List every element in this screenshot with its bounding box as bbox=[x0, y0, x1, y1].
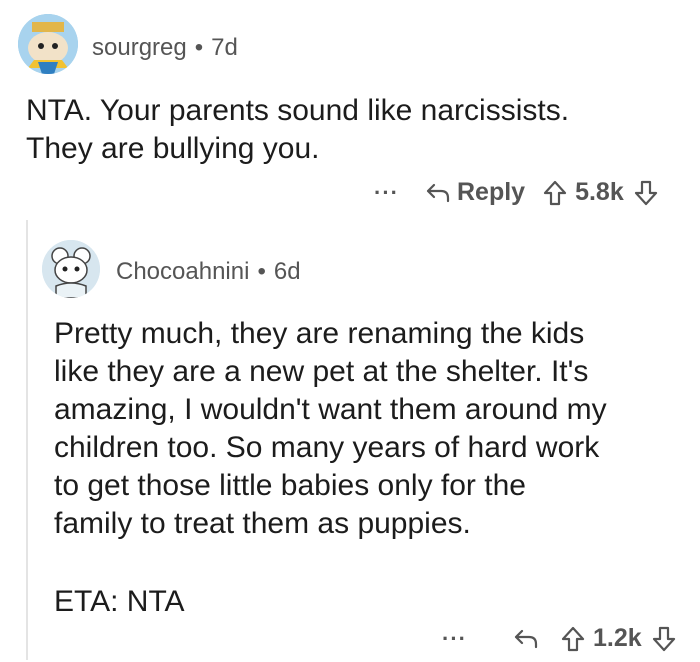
avatar-chocoahnini[interactable] bbox=[42, 240, 100, 298]
comment-line: NTA. Your parents sound like narcissists… bbox=[26, 94, 570, 127]
separator-dot: • bbox=[194, 34, 204, 61]
comment-line: like they are a new pet at the shelter. … bbox=[54, 355, 589, 388]
snoo-avatar-icon bbox=[18, 14, 78, 74]
comment-line: family to treat them as puppies. bbox=[54, 507, 471, 540]
more-options-button[interactable]: ··· bbox=[374, 180, 399, 206]
comment-line: amazing, I wouldn't want them around my bbox=[54, 393, 607, 426]
comment-line: Pretty much, they are renaming the kids bbox=[54, 317, 585, 350]
downvote-icon[interactable] bbox=[634, 180, 658, 206]
username[interactable]: Chocoahnini bbox=[116, 258, 249, 286]
timestamp: 7d bbox=[211, 34, 238, 61]
comment-actions: ··· Reply 5.8k bbox=[374, 178, 658, 207]
thread-line[interactable] bbox=[26, 220, 28, 660]
vote-count: 5.8k bbox=[575, 178, 624, 206]
snoo-avatar-icon bbox=[42, 240, 100, 298]
avatar-sourgreg[interactable] bbox=[18, 14, 78, 74]
comment-body: Pretty much, they are renaming the kids … bbox=[54, 315, 607, 621]
upvote-icon[interactable] bbox=[543, 180, 567, 206]
comment-line: to get those little babies only for the bbox=[54, 469, 526, 502]
comment-meta: Chocoahnini • 6d bbox=[116, 258, 301, 286]
downvote-icon[interactable] bbox=[652, 626, 676, 652]
comment-actions: ··· 1.2k bbox=[442, 624, 676, 653]
more-options-button[interactable]: ··· bbox=[442, 626, 467, 652]
vote-count: 1.2k bbox=[592, 624, 642, 652]
reply-icon[interactable] bbox=[513, 628, 539, 650]
reply-icon[interactable] bbox=[425, 182, 451, 204]
comment-meta: sourgreg • 7d bbox=[92, 34, 238, 62]
timestamp: 6d bbox=[273, 258, 301, 285]
separator-dot: • bbox=[257, 258, 266, 285]
comment-line: children too. So many years of hard work bbox=[54, 431, 600, 464]
upvote-icon[interactable] bbox=[561, 626, 585, 652]
reply-button[interactable]: Reply bbox=[457, 178, 525, 207]
comment-line: They are bullying you. bbox=[26, 132, 320, 165]
comment-body: NTA. Your parents sound like narcissists… bbox=[26, 92, 569, 168]
comment-line-eta: ETA: NTA bbox=[54, 585, 185, 618]
username[interactable]: sourgreg bbox=[92, 34, 187, 62]
